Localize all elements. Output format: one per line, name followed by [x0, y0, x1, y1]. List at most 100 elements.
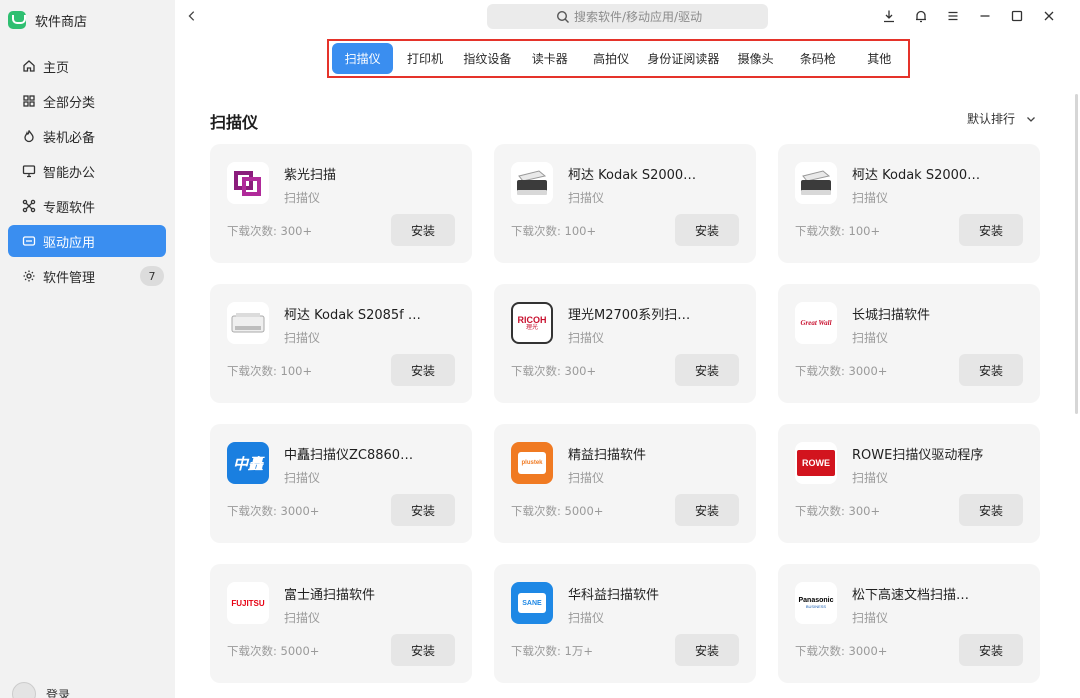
update-count-badge: 7 — [140, 266, 164, 286]
install-button[interactable]: 安装 — [675, 214, 739, 246]
sidebar-item-label: 智能办公 — [43, 165, 96, 181]
tab-camera[interactable]: 摄像头 — [726, 43, 785, 74]
install-button[interactable]: 安装 — [675, 354, 739, 386]
close-button[interactable] — [1040, 6, 1058, 26]
app-card[interactable]: 柯达 Kodak S2000… 扫描仪 下载次数: 100+ 安装 — [778, 144, 1040, 263]
download-count: 下载次数: 5000+ — [511, 504, 604, 518]
app-name: 长城扫描软件 — [852, 308, 931, 323]
app-name: 中矗扫描仪ZC8860… — [284, 448, 414, 463]
fujitsu-logo-icon: FUJITSU — [227, 582, 269, 624]
app-card[interactable]: 柯达 Kodak S2085f … 扫描仪 下载次数: 100+ 安装 — [210, 284, 472, 403]
sidebar-item-label: 主页 — [43, 60, 70, 76]
install-button[interactable]: 安装 — [959, 354, 1023, 386]
download-count: 下载次数: 100+ — [795, 224, 881, 238]
app-header: 软件商店 — [8, 9, 87, 31]
app-title: 软件商店 — [35, 14, 88, 30]
section-title: 扫描仪 — [210, 113, 259, 132]
app-store-logo-icon — [8, 11, 26, 29]
install-button[interactable]: 安装 — [959, 634, 1023, 666]
sort-label: 默认排行 — [967, 112, 1016, 126]
install-button[interactable]: 安装 — [959, 494, 1023, 526]
sort-dropdown[interactable]: 默认排行 — [967, 110, 1037, 127]
search-icon — [556, 10, 569, 23]
app-card[interactable]: Great Wall 长城扫描软件 扫描仪 下载次数: 3000+ 安装 — [778, 284, 1040, 403]
app-name: 紫光扫描 — [284, 168, 337, 183]
login-button[interactable]: 登录 — [12, 682, 70, 698]
sidebar-item-office[interactable]: 智能办公 — [8, 155, 166, 187]
login-label: 登录 — [46, 687, 71, 698]
app-name: 柯达 Kodak S2085f … — [284, 308, 421, 323]
app-card[interactable]: ROWE ROWE扫描仪驱动程序 扫描仪 下载次数: 300+ 安装 — [778, 424, 1040, 543]
search-bar[interactable] — [487, 4, 768, 29]
app-category: 扫描仪 — [284, 191, 321, 205]
sidebar-item-label: 装机必备 — [43, 130, 96, 146]
jingyi-logo-icon: plustek — [511, 442, 553, 484]
install-button[interactable]: 安装 — [959, 214, 1023, 246]
gear-icon — [22, 269, 36, 283]
menu-button[interactable] — [944, 6, 962, 26]
download-count: 下载次数: 300+ — [795, 504, 881, 518]
search-input[interactable] — [574, 9, 754, 24]
tab-other[interactable]: 其他 — [851, 43, 908, 74]
close-icon — [1044, 11, 1054, 21]
download-count: 下载次数: 3000+ — [227, 504, 320, 518]
kodak-s2085f-icon — [227, 302, 269, 344]
app-card[interactable]: Panasonic BUSINESS 松下高速文档扫描… 扫描仪 下载次数: 3… — [778, 564, 1040, 683]
sane-logo-icon: SANE — [511, 582, 553, 624]
category-tabs: 扫描仪 打印机 指纹设备 读卡器 高拍仪 身份证阅读器 摄像头 条码枪 其他 — [327, 39, 910, 78]
sidebar-item-label: 专题软件 — [43, 200, 96, 216]
tab-barcode-scanner[interactable]: 条码枪 — [785, 43, 850, 74]
download-icon — [884, 10, 894, 23]
app-name: 精益扫描软件 — [568, 448, 647, 463]
sidebar-item-all-categories[interactable]: 全部分类 — [8, 85, 166, 117]
download-count: 下载次数: 300+ — [511, 364, 597, 378]
chevron-left-icon — [188, 11, 195, 21]
tab-document-camera[interactable]: 高拍仪 — [581, 43, 640, 74]
sidebar: 软件商店 主页 全部分类 装机必备 智能办公 专题软件 驱动应用 软件管理 7 … — [0, 0, 175, 698]
download-count: 下载次数: 100+ — [227, 364, 313, 378]
app-card[interactable]: RICOH 理光 理光M2700系列扫… 扫描仪 下载次数: 300+ 安装 — [494, 284, 756, 403]
chevron-down-icon — [1027, 116, 1035, 122]
tab-scanner[interactable]: 扫描仪 — [332, 43, 394, 74]
sidebar-item-software-management[interactable]: 软件管理 7 — [8, 260, 166, 292]
install-button[interactable]: 安装 — [391, 354, 455, 386]
sidebar-item-home[interactable]: 主页 — [8, 50, 166, 82]
install-button[interactable]: 安装 — [391, 634, 455, 666]
scrollbar[interactable] — [1075, 94, 1078, 414]
sidebar-item-label: 全部分类 — [43, 95, 96, 111]
install-button[interactable]: 安装 — [391, 494, 455, 526]
notification-button[interactable] — [912, 6, 930, 26]
install-button[interactable]: 安装 — [391, 214, 455, 246]
tab-id-reader[interactable]: 身份证阅读器 — [641, 43, 726, 74]
install-button[interactable]: 安装 — [675, 634, 739, 666]
panasonic-logo-icon: Panasonic BUSINESS — [795, 582, 837, 624]
sidebar-item-essentials[interactable]: 装机必备 — [8, 120, 166, 152]
sidebar-item-drivers[interactable]: 驱动应用 — [8, 225, 166, 257]
app-card[interactable]: SANE 华科益扫描软件 扫描仪 下载次数: 1万+ 安装 — [494, 564, 756, 683]
app-card[interactable]: 紫光扫描 扫描仪 下载次数: 300+ 安装 — [210, 144, 472, 263]
app-card[interactable]: 柯达 Kodak S2000… 扫描仪 下载次数: 100+ 安装 — [494, 144, 756, 263]
tab-fingerprint[interactable]: 指纹设备 — [457, 43, 518, 74]
app-category: 扫描仪 — [284, 331, 321, 345]
app-category: 扫描仪 — [568, 191, 605, 205]
app-category: 扫描仪 — [568, 331, 605, 345]
sidebar-item-topics[interactable]: 专题软件 — [8, 190, 166, 222]
topic-icon — [22, 199, 36, 213]
app-card[interactable]: FUJITSU 富士通扫描软件 扫描仪 下载次数: 5000+ 安装 — [210, 564, 472, 683]
kodak-scanner-icon — [795, 162, 837, 204]
app-name: 理光M2700系列扫… — [568, 308, 691, 323]
back-button[interactable] — [182, 6, 202, 26]
app-card[interactable]: 中矗 中矗扫描仪ZC8860… 扫描仪 下载次数: 3000+ 安装 — [210, 424, 472, 543]
ricoh-logo-icon: RICOH 理光 — [511, 302, 553, 344]
rowe-logo-icon: ROWE — [795, 442, 837, 484]
minimize-button[interactable] — [976, 6, 994, 26]
download-button[interactable] — [880, 6, 898, 26]
install-button[interactable]: 安装 — [675, 494, 739, 526]
zhongchu-logo-icon: 中矗 — [227, 442, 269, 484]
driver-icon — [22, 234, 36, 248]
download-count: 下载次数: 100+ — [511, 224, 597, 238]
tab-printer[interactable]: 打印机 — [393, 43, 456, 74]
app-card[interactable]: plustek 精益扫描软件 扫描仪 下载次数: 5000+ 安装 — [494, 424, 756, 543]
tab-card-reader[interactable]: 读卡器 — [518, 43, 581, 74]
maximize-button[interactable] — [1008, 6, 1026, 26]
